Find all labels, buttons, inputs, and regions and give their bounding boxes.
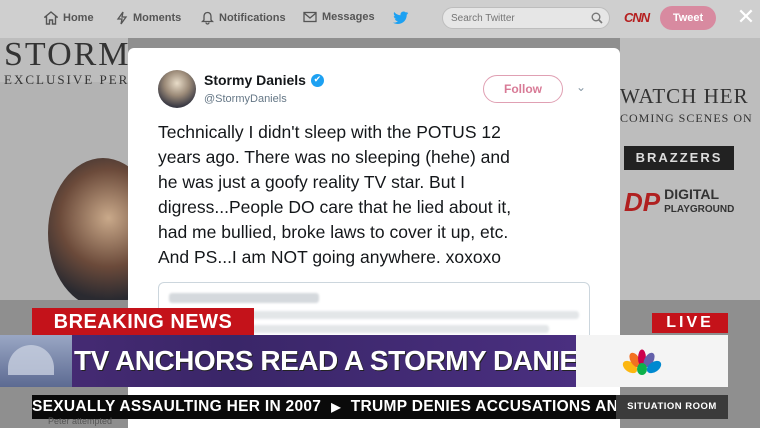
news-ticker: SEXUALLY ASSAULTING HER IN 2007 ▶ TRUMP DE…	[32, 395, 616, 419]
home-icon	[44, 11, 58, 25]
nav-moments-label: Moments	[133, 12, 182, 24]
breaking-news-label: BREAKING NEWS	[32, 308, 254, 336]
nav-messages-label: Messages	[322, 11, 375, 23]
bell-icon	[201, 11, 214, 25]
coming-scenes-text: COMING SCENES ON	[620, 111, 753, 125]
dp-mark: DP	[624, 186, 661, 217]
nav-messages[interactable]: Messages	[303, 11, 375, 23]
background-ghost-text: Peter attempted	[48, 416, 113, 426]
nav-notifications-label: Notifications	[219, 12, 286, 24]
avatar[interactable]	[158, 70, 196, 108]
capitol-graphic	[0, 335, 72, 387]
quoted-tweet-blurred-header	[169, 293, 319, 303]
lightning-icon	[116, 11, 128, 25]
dp-text: DIGITAL PLAYGROUND	[664, 186, 735, 216]
verified-badge-icon: ✔	[310, 73, 324, 87]
dp-text-bottom: PLAYGROUND	[664, 204, 735, 215]
author-name[interactable]: Stormy Daniels	[204, 72, 306, 88]
profile-background-right: WATCH HER COMING SCENES ON BRAZZERS DP D…	[620, 38, 760, 300]
tv-chyron: BREAKING NEWS LIVE TV ANCHORS READ A STO…	[0, 305, 760, 428]
watch-her-text: WATCH HER	[620, 84, 749, 108]
search-box[interactable]	[442, 7, 610, 29]
follow-button[interactable]: Follow	[483, 75, 563, 103]
profile-avatar-large	[48, 158, 128, 300]
author-name-row[interactable]: Stormy Daniels ✔	[204, 72, 324, 88]
tweet-text: Technically I didn't sleep with the POTU…	[158, 122, 512, 267]
play-icon: ▶	[331, 400, 341, 414]
ticker-item: SEXUALLY ASSAULTING HER IN 2007	[32, 398, 322, 415]
banner-title: STORMY DANIELS	[4, 38, 128, 73]
nav-notifications[interactable]: Notifications	[201, 11, 286, 25]
twitter-navbar: Home Moments Notifications Messages CNN …	[0, 0, 760, 38]
close-icon[interactable]: ✕	[736, 6, 756, 30]
twitter-bird-icon[interactable]	[393, 11, 409, 25]
capitol-dome	[8, 345, 54, 375]
envelope-icon	[303, 11, 317, 23]
nav-moments[interactable]: Moments	[116, 11, 181, 25]
search-input[interactable]	[451, 11, 581, 25]
digital-playground-logo: DP DIGITAL PLAYGROUND	[624, 184, 734, 220]
profile-banner: STORMY DANIELS EXCLUSIVE PERFORMER	[0, 38, 128, 87]
chevron-down-icon[interactable]: ⌄	[576, 80, 586, 94]
nbc-peacock-icon	[622, 349, 662, 375]
nav-home[interactable]: Home	[44, 11, 94, 25]
search-icon[interactable]	[591, 12, 603, 24]
profile-background-left: STORMY DANIELS EXCLUSIVE PERFORMER	[0, 38, 128, 300]
brazzers-logo: BRAZZERS	[624, 146, 734, 170]
live-badge: LIVE	[652, 313, 728, 333]
nbc-logo-box	[576, 335, 728, 387]
author-handle[interactable]: @StormyDaniels	[204, 93, 287, 105]
tweet-button[interactable]: Tweet	[660, 6, 716, 30]
ticker-item: TRUMP DENIES ACCUSATIONS AN	[350, 398, 616, 415]
dp-text-top: DIGITAL	[664, 186, 720, 202]
nav-home-label: Home	[63, 12, 94, 24]
show-name-label: SITUATION ROOM	[616, 395, 728, 419]
banner-subtitle: EXCLUSIVE PERFORMER	[4, 72, 128, 87]
cnn-logo: CNN	[624, 10, 650, 25]
